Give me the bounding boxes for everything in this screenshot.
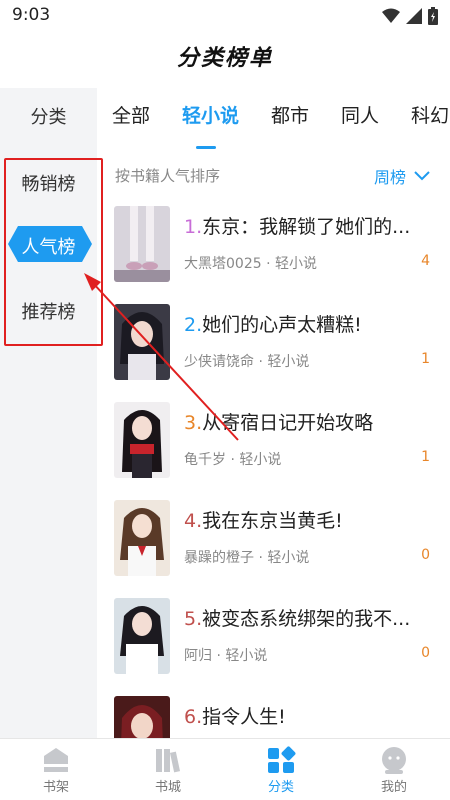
page-title: 分类榜单 bbox=[176, 46, 273, 71]
nav-profile[interactable]: 我的 bbox=[338, 743, 450, 800]
nav-label: 书架 bbox=[42, 780, 69, 795]
book-title: 4.我在东京当黄毛! bbox=[184, 506, 424, 533]
nav-category[interactable]: 分类 bbox=[225, 743, 337, 800]
status-bar: 9:03 bbox=[0, 0, 450, 32]
tab-all[interactable]: 全部 bbox=[112, 88, 150, 148]
book-author: 阿归 bbox=[184, 648, 212, 664]
book-author: 大黑塔0025 bbox=[184, 256, 262, 272]
book-row[interactable]: 1.东京：我解锁了她们的... 大黑塔0025 · 轻小说 4 bbox=[97, 206, 450, 304]
book-meta: 暴躁的橙子 · 轻小说 bbox=[184, 550, 310, 566]
tab-scifi[interactable]: 科幻 bbox=[411, 88, 449, 148]
profile-icon bbox=[382, 747, 406, 774]
book-row[interactable]: 6.指令人生! bbox=[97, 696, 450, 738]
book-count: 0 bbox=[421, 547, 430, 563]
annotation-highlight-box bbox=[4, 158, 103, 346]
tab-light-novel[interactable]: 轻小说 bbox=[182, 88, 239, 148]
book-title: 5.被变态系统绑架的我不... bbox=[184, 604, 424, 631]
book-count: 0 bbox=[421, 645, 430, 661]
rank-number: 3. bbox=[184, 412, 203, 434]
book-title: 1.东京：我解锁了她们的... bbox=[184, 212, 424, 239]
book-cover bbox=[114, 598, 170, 674]
nav-label: 我的 bbox=[380, 780, 407, 795]
book-row[interactable]: 2.她们的心声太糟糕! 少侠请饶命 · 轻小说 1 bbox=[97, 304, 450, 402]
book-meta: 阿归 · 轻小说 bbox=[184, 648, 268, 664]
tab-urban[interactable]: 都市 bbox=[271, 88, 309, 148]
app-screen: 9:03 分类榜单 分类 畅销榜 人气榜 推荐榜 全部 轻小说 都市 同人 科幻… bbox=[0, 0, 450, 800]
book-title-text: 东京：我解锁了她们的... bbox=[202, 216, 411, 238]
category-tabs: 全部 轻小说 都市 同人 科幻 bbox=[97, 88, 450, 148]
nav-label: 书城 bbox=[154, 780, 181, 795]
period-label: 周榜 bbox=[373, 168, 406, 187]
book-cover bbox=[114, 402, 170, 478]
book-cover bbox=[114, 304, 170, 380]
book-count: 1 bbox=[421, 351, 430, 367]
period-dropdown[interactable]: 周榜 bbox=[374, 164, 430, 188]
book-title: 6.指令人生! bbox=[184, 702, 424, 729]
book-count: 4 bbox=[421, 253, 430, 269]
book-title-text: 指令人生! bbox=[202, 706, 286, 728]
book-cover bbox=[114, 500, 170, 576]
chevron-down-icon bbox=[414, 171, 430, 181]
book-category: 轻小说 bbox=[239, 452, 282, 468]
book-category: 轻小说 bbox=[275, 256, 317, 272]
rank-number: 1. bbox=[184, 216, 203, 238]
rank-number: 5. bbox=[184, 608, 203, 630]
book-title: 3.从寄宿日记开始攻略 bbox=[184, 408, 424, 435]
rank-number: 2. bbox=[184, 314, 203, 336]
category-icon bbox=[268, 746, 296, 773]
book-row[interactable]: 3.从寄宿日记开始攻略 龟千岁 · 轻小说 1 bbox=[97, 402, 450, 500]
bookshelf-icon bbox=[44, 748, 68, 772]
signal-icon bbox=[406, 8, 422, 24]
book-title-text: 从寄宿日记开始攻略 bbox=[202, 412, 374, 434]
nav-bookstore[interactable]: 书城 bbox=[112, 743, 224, 800]
sort-label: 按书籍人气排序 bbox=[115, 167, 221, 185]
book-meta: 龟千岁 · 轻小说 bbox=[184, 452, 282, 468]
status-icons bbox=[382, 7, 438, 25]
nav-label: 分类 bbox=[267, 780, 294, 795]
sidebar-header: 分类 bbox=[30, 107, 67, 128]
book-count: 1 bbox=[421, 449, 430, 465]
book-title-text: 我在东京当黄毛! bbox=[202, 510, 343, 532]
rank-number: 4. bbox=[184, 510, 203, 532]
book-cover bbox=[114, 696, 170, 738]
battery-icon bbox=[428, 7, 438, 25]
book-meta: 大黑塔0025 · 轻小说 bbox=[184, 256, 317, 272]
book-title: 2.她们的心声太糟糕! bbox=[184, 310, 424, 337]
book-author: 龟千岁 bbox=[184, 452, 226, 468]
book-title-text: 被变态系统绑架的我不... bbox=[202, 608, 411, 630]
book-author: 少侠请饶命 bbox=[184, 354, 254, 370]
nav-bookshelf[interactable]: 书架 bbox=[0, 743, 112, 800]
book-row[interactable]: 4.我在东京当黄毛! 暴躁的橙子 · 轻小说 0 bbox=[97, 500, 450, 598]
wifi-icon bbox=[382, 8, 400, 23]
tab-fanfic[interactable]: 同人 bbox=[341, 88, 379, 148]
book-author: 暴躁的橙子 bbox=[184, 550, 254, 566]
book-category: 轻小说 bbox=[225, 648, 268, 664]
book-category: 轻小说 bbox=[267, 550, 310, 566]
status-time: 9:03 bbox=[12, 5, 51, 25]
tab-underline bbox=[196, 146, 216, 149]
book-meta: 少侠请饶命 · 轻小说 bbox=[184, 354, 310, 370]
book-row[interactable]: 5.被变态系统绑架的我不... 阿归 · 轻小说 0 bbox=[97, 598, 450, 696]
bookstore-icon bbox=[156, 749, 181, 773]
book-category: 轻小说 bbox=[267, 354, 310, 370]
rank-number: 6. bbox=[184, 706, 203, 728]
book-cover bbox=[114, 206, 170, 282]
book-title-text: 她们的心声太糟糕! bbox=[202, 314, 362, 336]
bottom-nav: 书架 书城 分类 我的 bbox=[0, 738, 450, 800]
